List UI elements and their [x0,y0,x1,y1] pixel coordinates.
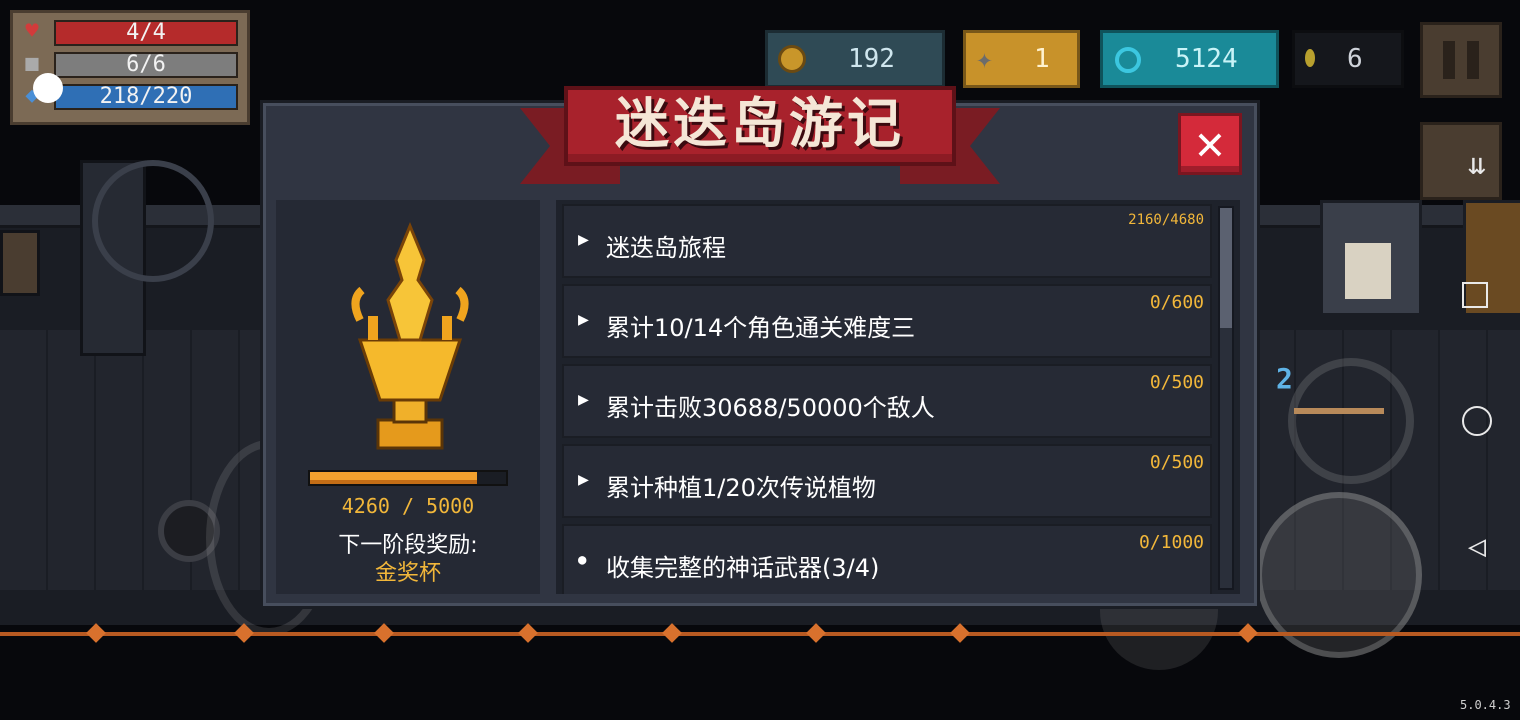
card-poster [1345,243,1391,299]
next-reward-value: 金奖杯 [374,561,441,586]
gold-value: 192 [848,44,895,74]
seed-value: 6 [1347,44,1363,74]
fish-icon: ✦ [976,42,993,75]
task-points: 0/600 [1149,292,1204,313]
expand-arrow-icon: ▶ [578,389,589,410]
task-points: 0/500 [1149,452,1204,473]
pause-icon [1443,41,1455,79]
seed-counter: 6 [1292,30,1404,88]
task-row[interactable]: ▶ 累计种植1/20次传说植物 0/500 [562,444,1212,518]
task-label: 累计击败30688/50000个敌人 [606,394,935,422]
rail-stud [806,623,826,643]
staff-weapon-icon [1294,408,1384,414]
task-label: 迷迭岛旅程 [606,234,726,262]
expand-down-icon[interactable]: ⇊ [1462,150,1492,180]
expand-arrow-icon: ▶ [578,309,589,330]
seed-icon [1305,49,1315,67]
reward-progress-fill [310,472,477,484]
fish-counter: ✦ 1 [963,30,1080,88]
recent-apps-button[interactable] [1462,282,1488,308]
heart-icon: ♥ [25,19,39,44]
expand-arrow-icon: ▶ [578,469,589,490]
home-button[interactable] [1462,406,1492,436]
scrollbar-thumb[interactable] [1220,208,1232,328]
task-label: 累计种植1/20次传说植物 [606,474,876,502]
vending-machine [1320,200,1422,316]
task-list-scrollbar[interactable] [1218,206,1234,590]
gem-counter: 5124 [1100,30,1279,88]
weapon-swap-ring[interactable] [1288,358,1414,484]
rail-stud [518,623,538,643]
task-points: 2160/4680 [1128,212,1204,228]
version-label: 5.0.4.3 [1460,698,1511,712]
rail-stud [662,623,682,643]
task-row[interactable]: ▶ 迷迭岛旅程 2160/4680 [562,204,1212,278]
energy-bar: 218/220 [54,84,238,110]
reward-progress-bar [308,470,508,486]
task-points: 0/1000 [1138,532,1204,553]
hp-bar: 4/4 [54,20,238,46]
gold-trophy-icon [351,222,469,450]
task-label: 收集完整的神话武器(3/4) [606,554,880,582]
task-row[interactable]: ● 收集完整的神话武器(3/4) 0/1000 [562,524,1212,594]
portal-ring [92,160,214,282]
task-label: 累计10/14个角色通关难度三 [606,314,916,342]
rail-stud [950,623,970,643]
close-button[interactable]: ✕ [1178,113,1242,175]
wall-shelf [0,230,40,296]
floor-rail [0,632,1520,636]
gem-value: 5124 [1175,44,1238,74]
bullet-icon: ● [578,552,587,568]
rail-stud [1238,623,1258,643]
gold-counter: 192 [765,30,945,88]
back-button[interactable]: ◁ [1462,532,1492,562]
touch-indicator [33,73,63,103]
fish-value: 1 [1034,44,1050,74]
task-row[interactable]: ▶ 累计10/14个角色通关难度三 0/600 [562,284,1212,358]
gem-icon [1115,47,1141,73]
gold-coin-icon [778,45,806,73]
rail-stud [86,623,106,643]
task-list[interactable]: ▶ 迷迭岛旅程 2160/4680 ▶ 累计10/14个角色通关难度三 0/60… [556,200,1240,594]
dialog-title: 迷迭岛游记 [615,92,905,155]
task-points: 0/500 [1149,372,1204,393]
expand-arrow-icon: ▶ [578,229,589,250]
reward-progress-text: 4260 / 5000 [341,494,475,518]
armor-bar: 6/6 [54,52,238,78]
pause-button[interactable] [1420,22,1502,98]
task-row[interactable]: ▶ 累计击败30688/50000个敌人 0/500 [562,364,1212,438]
weapon-slot-number: 2 [1276,362,1293,395]
rail-stud [374,623,394,643]
shield-icon: ■ [25,51,39,76]
